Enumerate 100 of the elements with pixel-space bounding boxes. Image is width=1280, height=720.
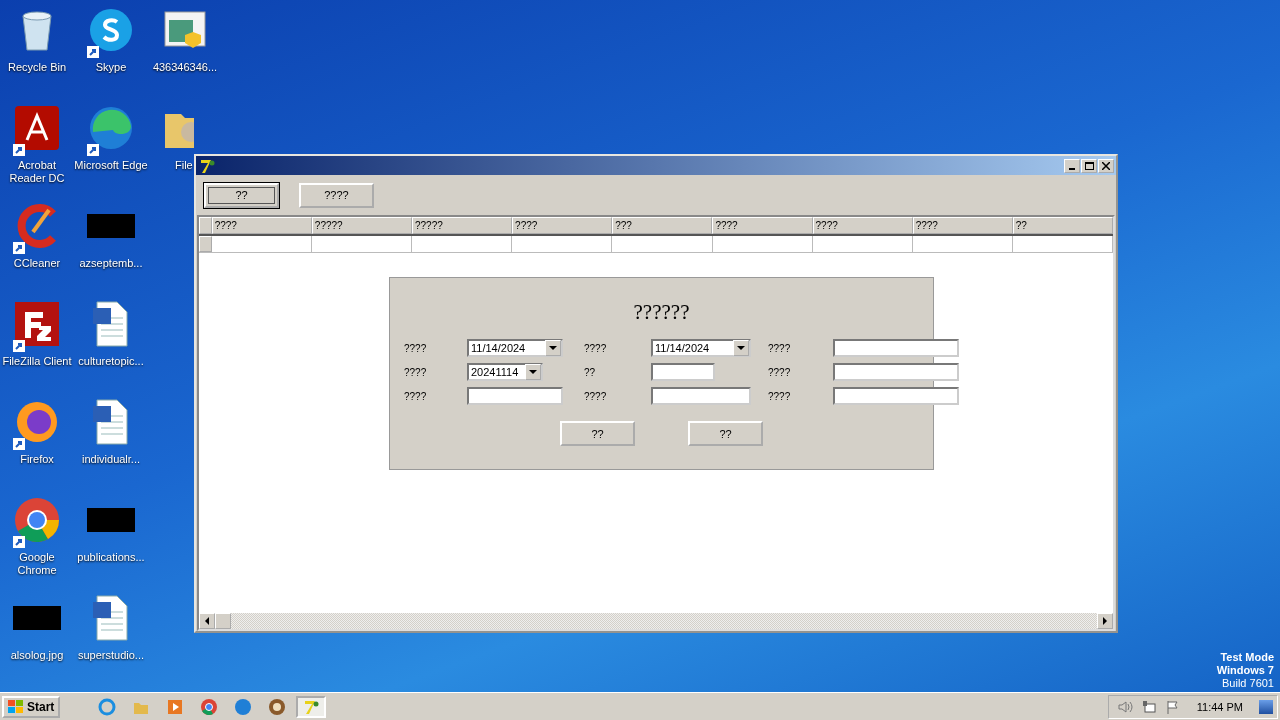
date-dropdown[interactable]: 20241114 xyxy=(467,363,543,381)
icon-label: individualr... xyxy=(81,453,141,466)
text-input[interactable] xyxy=(651,387,751,405)
date-dropdown[interactable]: 11/14/2024 xyxy=(467,339,563,357)
field-label: ???? xyxy=(404,366,428,378)
desktop-icon[interactable]: Firefox xyxy=(0,398,74,496)
play-icon xyxy=(166,697,185,716)
icon-label: Firefox xyxy=(20,453,54,466)
dialog-button[interactable]: ?? xyxy=(688,421,763,446)
icon-label: CCleaner xyxy=(13,257,61,270)
desktop-icon[interactable]: FileZilla Client xyxy=(0,300,74,398)
horizontal-scrollbar[interactable] xyxy=(199,613,1113,629)
column-header[interactable]: ???? xyxy=(912,217,1013,234)
clock[interactable]: 11:44 PM xyxy=(1196,700,1243,713)
close-button[interactable] xyxy=(1098,158,1114,173)
chrome-icon xyxy=(13,496,61,544)
column-header[interactable]: ???? xyxy=(812,217,913,234)
shortcut-arrow-icon xyxy=(13,536,25,548)
watermark-text: Test Mode xyxy=(1220,651,1274,664)
skype-icon xyxy=(87,6,135,54)
dialog-button[interactable]: ?? xyxy=(560,421,635,446)
icon-label: FileZilla Client xyxy=(2,355,72,368)
dialog-title: ?????? xyxy=(633,300,690,325)
text-input[interactable] xyxy=(651,363,715,381)
desktop-icon[interactable]: 436346346... xyxy=(148,6,222,104)
text-input[interactable] xyxy=(467,387,563,405)
edge-icon xyxy=(234,697,253,716)
column-header[interactable]: ????? xyxy=(311,217,412,234)
shortcut-arrow-icon xyxy=(13,144,25,156)
field-label: ?? xyxy=(584,366,597,378)
speaker-icon[interactable] xyxy=(1116,698,1133,715)
desktop-icon[interactable]: Acrobat Reader DC xyxy=(0,104,74,202)
column-header[interactable]: ???? xyxy=(712,217,813,234)
scroll-left-button[interactable] xyxy=(199,613,215,629)
desktop-icon[interactable]: CCleaner xyxy=(0,202,74,300)
windows-logo-icon xyxy=(8,699,24,714)
desktop-icon[interactable]: superstudio... xyxy=(74,594,148,692)
network-icon[interactable] xyxy=(1140,698,1157,715)
date-dropdown[interactable]: 11/14/2024 xyxy=(651,339,751,357)
icon-label: culturetopic... xyxy=(78,355,144,368)
text-input[interactable] xyxy=(833,339,959,357)
desktop-icon[interactable]: Skype xyxy=(74,6,148,104)
flag-icon[interactable] xyxy=(1164,698,1181,715)
globe-icon xyxy=(98,697,117,716)
shortcut-arrow-icon xyxy=(13,438,25,450)
dropdown-arrow-icon xyxy=(529,368,537,376)
scroll-right-button[interactable] xyxy=(1097,613,1113,629)
column-header[interactable]: ??? xyxy=(612,217,713,234)
column-header[interactable]: ???? xyxy=(512,217,613,234)
shortcut-arrow-icon xyxy=(13,340,25,352)
dropdown-arrow-icon xyxy=(549,344,557,352)
dropdown-arrow-icon xyxy=(737,344,745,352)
text-input[interactable] xyxy=(833,387,959,405)
close-icon xyxy=(1102,161,1110,170)
field-label: ???? xyxy=(584,342,608,354)
icon-label: File xyxy=(175,159,193,172)
field-label: ???? xyxy=(584,390,608,402)
toolbar-button[interactable]: ???? xyxy=(299,182,374,208)
chrome-icon xyxy=(200,697,219,716)
right-arrow-icon xyxy=(1101,617,1109,625)
desktop-icon[interactable]: Google Chrome xyxy=(0,496,74,594)
field-label: ???? xyxy=(404,342,428,354)
filezilla-icon xyxy=(13,300,61,348)
icon-label: Recycle Bin xyxy=(7,61,67,74)
icon-label: Acrobat Reader DC xyxy=(8,159,66,185)
column-header[interactable]: ?? xyxy=(1012,217,1113,234)
shortcut-arrow-icon xyxy=(87,144,99,156)
desktop-icon[interactable]: azseptemb... xyxy=(74,202,148,300)
desktop-icon[interactable]: individualr... xyxy=(74,398,148,496)
desktop-icon[interactable]: alsolog.jpg xyxy=(0,594,74,692)
icon-label: 436346346... xyxy=(152,61,218,74)
icon-label: Skype xyxy=(95,61,127,74)
taskbar-button[interactable] xyxy=(296,695,327,718)
icon-label: Google Chrome xyxy=(16,551,58,577)
maximize-icon xyxy=(1084,161,1094,170)
edge-icon xyxy=(87,104,135,152)
field-label: ???? xyxy=(404,390,428,402)
desktop-icon[interactable]: Microsoft Edge xyxy=(74,104,148,202)
toolbar-button[interactable]: ?? xyxy=(204,182,279,208)
minimize-button[interactable] xyxy=(1064,158,1080,173)
field-label: ???? xyxy=(768,366,792,378)
desktop-icon[interactable]: publications... xyxy=(74,496,148,594)
field-label: ???? xyxy=(768,390,792,402)
maximize-button[interactable] xyxy=(1081,158,1097,173)
shortcut-arrow-icon xyxy=(87,46,99,58)
desktop-icon[interactable]: File xyxy=(148,104,194,202)
scroll-thumb[interactable] xyxy=(215,613,231,629)
acrobat-icon xyxy=(13,104,61,152)
shortcut-arrow-icon xyxy=(13,242,25,254)
desktop-icon[interactable]: culturetopic... xyxy=(74,300,148,398)
column-header[interactable]: ????? xyxy=(411,217,513,234)
minimize-icon xyxy=(1069,167,1075,170)
text-input[interactable] xyxy=(833,363,959,381)
column-header[interactable]: ???? xyxy=(211,217,312,234)
start-button[interactable]: Start xyxy=(2,695,61,718)
show-desktop-button[interactable] xyxy=(1259,699,1273,714)
desktop-icon[interactable]: Recycle Bin xyxy=(0,6,74,104)
left-arrow-icon xyxy=(203,617,211,625)
watermark-text: Build 7601 xyxy=(1222,677,1274,690)
icon-label: superstudio... xyxy=(77,649,144,662)
